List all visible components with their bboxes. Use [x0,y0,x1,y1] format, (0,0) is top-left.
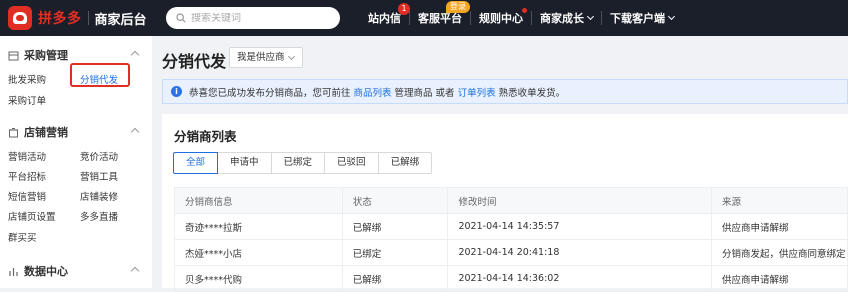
nav-customer-service[interactable]: 客服平台 登录 [410,0,470,36]
column-header-status: 状态 [341,187,449,214]
sidebar-item-group-buy[interactable]: 群买买 [8,230,37,244]
distributor-table: 分销商信息 状态 修改时间 来源 奇迹****拉斯 已解绑 2021-04-14… [174,187,848,292]
logo[interactable]: 拼多多 商家后台 [8,6,147,30]
sidebar-item-store-page-settings[interactable]: 店铺页设置 [8,209,56,223]
nav-inbox-label: 站内信 [368,12,401,25]
top-nav: 站内信 1 客服平台 登录 规则中心 商家成长 下载客户端 [360,0,682,36]
search-icon [176,13,186,23]
top-bar: 拼多多 商家后台 站内信 1 客服平台 登录 规则中心 商家成长 下载客户端 [0,0,848,36]
notice-text-mid: 管理商品 或者 [394,87,455,99]
notice-text-suffix: 熟悉收单发货。 [498,87,566,99]
login-tag-badge: 登录 [446,1,470,13]
sidebar-item-store-decoration[interactable]: 店铺装修 [80,189,118,203]
nav-download-client-label: 下载客户端 [610,12,665,25]
brand-name: 拼多多 [38,11,82,27]
store-icon [9,127,18,137]
nav-rules-center[interactable]: 规则中心 [471,0,531,36]
modified-time-cell: 2021-04-14 20:41:18 [447,239,712,266]
sidebar-section-marketing[interactable]: 店铺营销 [8,124,140,140]
brand-subtitle: 商家后台 [94,12,147,28]
tab-rejected[interactable]: 已驳回 [324,152,379,174]
chevron-up-icon[interactable] [130,127,140,137]
sidebar-section-title: 采购管理 [24,49,68,62]
tab-all[interactable]: 全部 [173,152,219,174]
sidebar-section-title: 数据中心 [24,265,68,278]
sidebar-item-wholesale[interactable]: 批发采购 [8,72,46,86]
status-cell: 已解绑 [341,213,449,240]
info-notice: i 恭喜您已成功发布分销商品，您可前往 商品列表 管理商品 或者 订单列表 熟悉… [162,79,848,104]
pinduoduo-logo-icon [8,6,32,30]
info-icon: i [171,86,182,97]
tab-bound[interactable]: 已绑定 [270,152,326,174]
role-select-value: 我是供应商 [237,52,285,63]
sidebar-item-marketing-tools[interactable]: 营销工具 [80,169,118,183]
tab-applying[interactable]: 申请中 [217,152,272,174]
role-select[interactable]: 我是供应商 [229,47,303,68]
table-row: 奇迹****拉斯 已解绑 2021-04-14 14:35:57 供应商申请解绑 [174,213,848,240]
distributor-name-cell: 奇迹****拉斯 [174,213,343,240]
status-cell: 已绑定 [341,239,449,266]
nav-inbox[interactable]: 站内信 1 [360,0,410,36]
status-tabs: 全部 申请中 已绑定 已驳回 已解绑 [173,152,433,174]
search-input[interactable] [191,12,331,24]
bar-chart-icon [9,267,18,276]
distributor-list-title: 分销商列表 [174,129,237,144]
sidebar-section-title: 店铺营销 [24,126,68,139]
chevron-down-icon [667,12,676,21]
chevron-up-icon[interactable] [130,266,140,276]
source-cell: 供应商申请解绑 [710,213,848,240]
source-cell: 分销商发起，供应商同意绑定 [710,239,848,266]
sidebar-section-data-center[interactable]: 数据中心 [8,263,140,279]
chevron-up-icon[interactable] [130,50,140,60]
nav-rules-center-label: 规则中心 [479,12,523,25]
table-header-row: 分销商信息 状态 修改时间 来源 [174,187,848,214]
nav-merchant-growth[interactable]: 商家成长 [532,0,601,36]
sidebar-item-purchase-orders[interactable]: 采购订单 [8,93,46,107]
sidebar-item-platform-tender[interactable]: 平台招标 [8,169,46,183]
sidebar-item-marketing-activities[interactable]: 营销活动 [8,149,46,163]
sidebar-item-live-stream[interactable]: 多多直播 [80,209,118,223]
chevron-down-icon [287,52,296,61]
box-icon [8,51,19,60]
column-header-distributor: 分销商信息 [174,187,343,214]
distributor-name-cell: 杰娅****小店 [174,239,343,266]
order-list-link[interactable]: 订单列表 [458,85,496,99]
distributor-list-card: 分销商列表 全部 申请中 已绑定 已驳回 已解绑 分销商信息 状态 修改时间 来… [162,114,848,292]
tab-unbound[interactable]: 已解绑 [377,152,433,174]
notification-dot [522,8,527,13]
product-list-link[interactable]: 商品列表 [354,85,392,99]
logo-divider [87,11,89,25]
chevron-down-icon [586,12,595,21]
modified-time-cell: 2021-04-14 14:35:57 [447,213,712,240]
highlight-annotation [70,63,130,87]
table-row: 杰娅****小店 已绑定 2021-04-14 20:41:18 分销商发起，供… [174,239,848,266]
sidebar-item-bidding[interactable]: 竞价活动 [80,149,118,163]
sidebar-item-sms-marketing[interactable]: 短信营销 [8,189,46,203]
unread-count-badge: 1 [398,3,410,15]
sidebar: 采购管理 批发采购 分销代发 采购订单 店铺营销 营销活动 竞价活动 平台招标 … [0,36,152,288]
search-box [166,7,340,29]
nav-download-client[interactable]: 下载客户端 [602,0,682,36]
sidebar-section-purchase[interactable]: 采购管理 [8,47,140,63]
page-title: 分销代发 [162,52,227,71]
nav-merchant-growth-label: 商家成长 [540,12,584,25]
column-header-source: 来源 [710,187,848,214]
column-header-modified-time: 修改时间 [447,187,712,214]
notice-text-prefix: 恭喜您已成功发布分销商品，您可前往 [189,87,351,99]
